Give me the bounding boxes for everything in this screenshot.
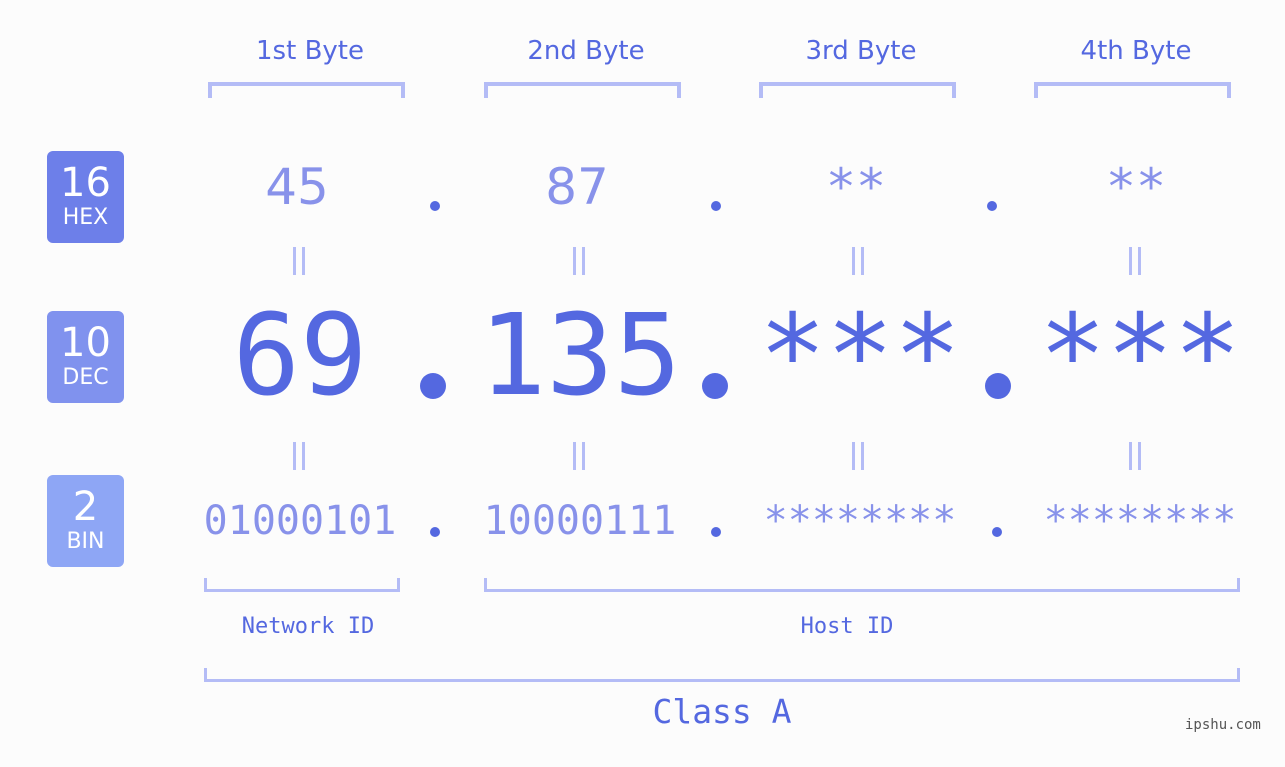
dec-separator-dot <box>702 373 728 399</box>
hex-separator-dot <box>987 201 997 211</box>
byte-3-label: 3rd Byte <box>805 36 917 66</box>
network-id-bracket <box>204 578 400 592</box>
bin-byte-3: ******** <box>763 498 957 544</box>
dec-byte-2: 135 <box>478 291 682 421</box>
hex-byte-1: 45 <box>265 158 329 216</box>
hex-byte-2: 87 <box>545 158 609 216</box>
dec-badge-number: 10 <box>60 320 111 366</box>
bin-separator-dot <box>992 527 1002 537</box>
equals-marker <box>1129 442 1141 470</box>
dec-separator-dot <box>985 373 1011 399</box>
equals-marker <box>293 442 305 470</box>
byte-1-bracket <box>208 82 405 98</box>
bin-separator-dot <box>711 527 721 537</box>
dec-badge-label: DEC <box>62 365 109 390</box>
dec-byte-1: 69 <box>232 291 368 421</box>
bin-separator-dot <box>430 527 440 537</box>
network-id-label: Network ID <box>241 614 375 639</box>
bin-badge-number: 2 <box>72 484 99 530</box>
byte-1-label: 1st Byte <box>256 36 364 66</box>
hex-byte-4: ** <box>1105 158 1167 216</box>
bin-byte-4: ******** <box>1043 498 1237 544</box>
dec-byte-4: *** <box>1038 291 1242 421</box>
hex-byte-3: ** <box>825 158 887 216</box>
byte-2-bracket <box>484 82 681 98</box>
class-label: Class A <box>652 692 792 731</box>
watermark: ipshu.com <box>1185 717 1261 733</box>
hex-badge-label: HEX <box>62 205 109 230</box>
dec-separator-dot <box>420 373 446 399</box>
class-bracket <box>204 668 1240 682</box>
dec-badge: 10 DEC <box>47 311 124 403</box>
byte-4-label: 4th Byte <box>1080 36 1192 66</box>
byte-4-bracket <box>1034 82 1231 98</box>
byte-3-bracket <box>759 82 956 98</box>
equals-marker <box>573 442 585 470</box>
bin-badge-label: BIN <box>66 529 105 554</box>
hex-separator-dot <box>711 201 721 211</box>
hex-separator-dot <box>430 201 440 211</box>
bin-byte-2: 10000111 <box>483 498 677 544</box>
host-id-bracket <box>484 578 1240 592</box>
equals-marker <box>852 442 864 470</box>
equals-marker <box>293 247 305 275</box>
bin-badge: 2 BIN <box>47 475 124 567</box>
hex-badge-number: 16 <box>60 160 111 206</box>
equals-marker <box>1129 247 1141 275</box>
equals-marker <box>573 247 585 275</box>
byte-2-label: 2nd Byte <box>527 36 645 66</box>
equals-marker <box>852 247 864 275</box>
bin-byte-1: 01000101 <box>203 498 397 544</box>
dec-byte-3: *** <box>758 291 962 421</box>
hex-badge: 16 HEX <box>47 151 124 243</box>
host-id-label: Host ID <box>800 614 894 639</box>
